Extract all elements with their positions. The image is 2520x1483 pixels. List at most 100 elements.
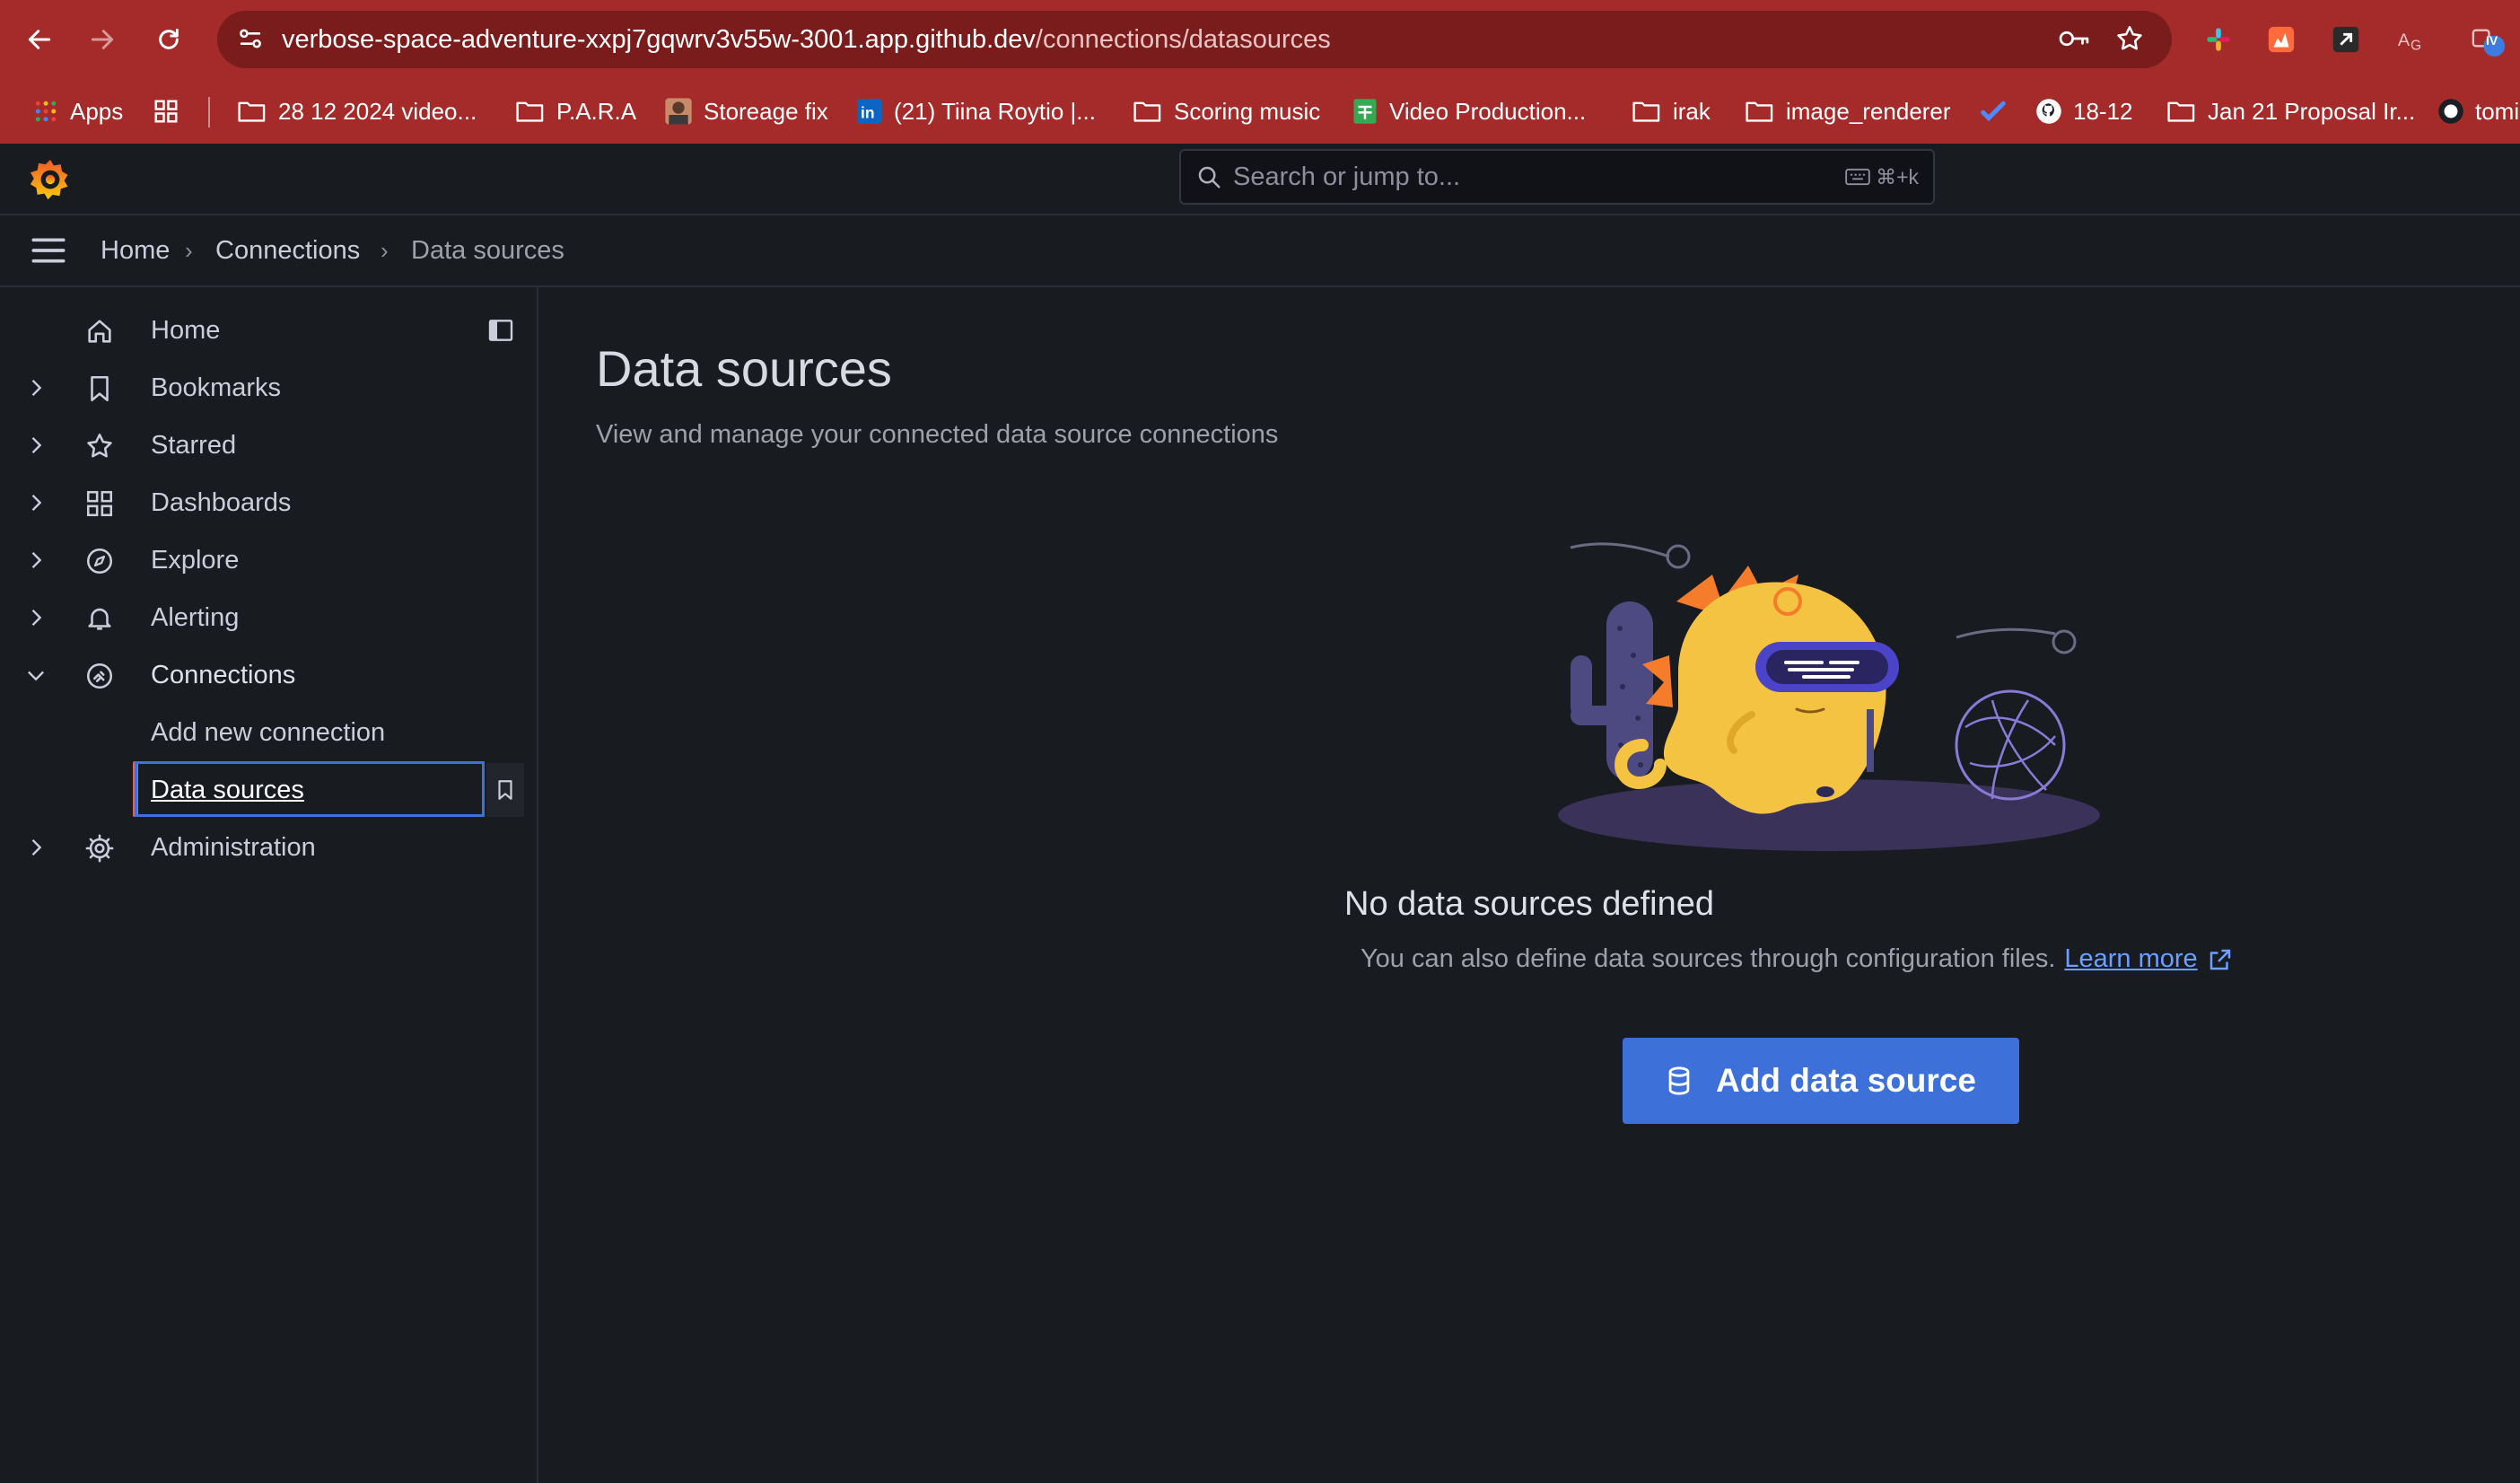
bookmark-folder[interactable]: irak — [1632, 79, 1711, 144]
star-icon — [87, 433, 112, 458]
sidebar-item-label: Home — [151, 316, 221, 345]
bookmark-link[interactable]: in (21) Tiina Roytio |... — [856, 79, 1096, 144]
bookmark-folder[interactable]: Jan 21 Proposal Ir... — [2166, 79, 2415, 144]
add-data-source-button[interactable]: Add data source — [1623, 1038, 2019, 1124]
forward-button[interactable] — [75, 13, 129, 66]
search-input[interactable]: Search or jump to... ⌘+k — [1179, 149, 1935, 205]
add-data-source-label: Add data source — [1716, 1062, 1976, 1099]
linkedin-icon: in — [857, 99, 882, 124]
browser-toolbar: verbose-space-adventure-xxpj7gqwrv3v55w-… — [0, 0, 2520, 79]
home-icon — [88, 320, 111, 343]
sidebar-item-connections[interactable]: Connections — [0, 646, 537, 704]
grafana-topbar: Search or jump to... ⌘+k — [0, 144, 2520, 215]
sidebar-item-add-new-connection[interactable]: Add new connection — [0, 704, 537, 761]
sidebar-item-data-sources[interactable]: Data sources — [0, 761, 537, 819]
compass-icon — [86, 548, 113, 575]
empty-state-illustration — [1544, 530, 2100, 862]
bookmark-folder[interactable]: image_renderer — [1745, 79, 1951, 144]
sidebar-item-label: Connections — [151, 661, 296, 689]
folder-icon — [1746, 101, 1773, 122]
bookmark-star-icon[interactable] — [2114, 23, 2145, 54]
bookmark-link[interactable]: Video Production... — [1352, 79, 1586, 144]
bookmark-link[interactable]: tomi — [2437, 79, 2519, 144]
breadcrumb-separator: › — [381, 237, 389, 264]
bookmark-link[interactable]: Storeage fix — [664, 79, 828, 144]
external-link-icon[interactable] — [2207, 946, 2234, 973]
database-icon — [1668, 1066, 1690, 1095]
bookmark-folder[interactable]: 28 12 2024 video... — [237, 79, 477, 144]
site-settings-icon[interactable] — [235, 23, 266, 54]
chevron-right-icon — [31, 437, 42, 453]
bookmark-label: Video Production... — [1389, 97, 1587, 125]
svg-text:in: in — [861, 104, 875, 122]
bookmark-folder[interactable]: P.A.R.A — [515, 79, 636, 144]
sidebar-item-label: Add new connection — [151, 718, 386, 747]
sidebar-item-starred[interactable]: Starred — [0, 417, 537, 474]
sidebar-item-label: Dashboards — [151, 488, 292, 517]
sidebar-item-administration[interactable]: Administration — [0, 819, 537, 876]
url-host: verbose-space-adventure-xxpj7gqwrv3v55w-… — [282, 25, 1036, 54]
sidebar-item-home[interactable]: Home — [0, 302, 537, 359]
extension-flame-icon[interactable] — [2262, 20, 2301, 59]
extension-translate-icon[interactable]: AG — [2391, 20, 2430, 59]
learn-more-link[interactable]: Learn more — [2064, 944, 2197, 974]
bookmark-tab-groups[interactable] — [153, 79, 179, 144]
profile-badge: IV — [2486, 33, 2498, 48]
back-arrow-icon — [28, 30, 51, 49]
page-subtitle: View and manage your connected data sour… — [596, 420, 1279, 449]
gear-icon — [85, 834, 114, 863]
bookmark-apps[interactable]: Apps — [32, 79, 123, 144]
dashboards-icon — [86, 490, 113, 517]
bookmark-label: 28 12 2024 video... — [278, 97, 477, 125]
bookmark-folder[interactable]: Scoring music — [1133, 79, 1320, 144]
bookmark-label: P.A.R.A — [556, 97, 637, 125]
menu-toggle-icon[interactable] — [31, 235, 66, 266]
search-placeholder: Search or jump to... — [1233, 162, 1461, 191]
address-bar[interactable]: verbose-space-adventure-xxpj7gqwrv3v55w-… — [217, 11, 2172, 68]
folder-icon — [1133, 101, 1161, 122]
bookmark-icon — [498, 780, 512, 800]
bell-icon — [88, 608, 111, 630]
empty-state-text: You can also define data sources through… — [1361, 944, 2234, 974]
breadcrumb-separator: › — [185, 237, 193, 264]
bookmark-icon — [91, 375, 109, 402]
bookmark-label: irak — [1673, 97, 1711, 125]
password-key-icon[interactable] — [2057, 23, 2091, 54]
page-title: Data sources — [596, 340, 892, 397]
forward-arrow-icon — [91, 30, 114, 49]
empty-state-description: You can also define data sources through… — [1361, 944, 2056, 973]
grafana-logo-icon[interactable] — [27, 156, 74, 203]
check-icon — [1981, 101, 2006, 122]
reload-button[interactable] — [142, 13, 196, 66]
bookmark-label: Scoring music — [1174, 97, 1321, 125]
main-content: Data sources View and manage your connec… — [538, 287, 2520, 1483]
chevron-right-icon — [31, 380, 42, 396]
back-button[interactable] — [13, 13, 66, 66]
reload-icon — [159, 28, 179, 49]
extension-cursor-icon[interactable] — [2326, 20, 2366, 59]
svg-text:A: A — [2398, 31, 2411, 50]
grid-icon — [154, 100, 178, 123]
profile-avatar[interactable]: IV — [2461, 20, 2515, 59]
folder-icon — [1632, 101, 1660, 122]
bookmark-link[interactable] — [1980, 79, 2007, 144]
bookmark-label: Storeage fix — [704, 97, 828, 125]
keyboard-shortcut: ⌘+k — [1845, 151, 1919, 203]
bookmarks-divider — [208, 97, 210, 127]
extension-slack-icon[interactable] — [2199, 20, 2238, 59]
bookmark-page-button[interactable] — [486, 763, 524, 817]
keyboard-icon — [1845, 168, 1870, 186]
sidebar-item-alerting[interactable]: Alerting — [0, 589, 537, 646]
bookmark-label: tomi — [2475, 97, 2520, 125]
sidebar-item-dashboards[interactable]: Dashboards — [0, 474, 537, 531]
sidebar-item-explore[interactable]: Explore — [0, 531, 537, 589]
folder-icon — [516, 101, 544, 122]
dock-menu-icon — [488, 320, 513, 341]
folder-icon — [238, 101, 266, 122]
breadcrumb-connections[interactable]: Connections — [215, 215, 360, 285]
url-text: verbose-space-adventure-xxpj7gqwrv3v55w-… — [282, 11, 1331, 68]
avatar-icon — [665, 98, 692, 125]
bookmark-link[interactable]: 18-12 — [2035, 79, 2133, 144]
breadcrumb-home[interactable]: Home — [101, 215, 170, 285]
sidebar-item-bookmarks[interactable]: Bookmarks — [0, 359, 537, 417]
